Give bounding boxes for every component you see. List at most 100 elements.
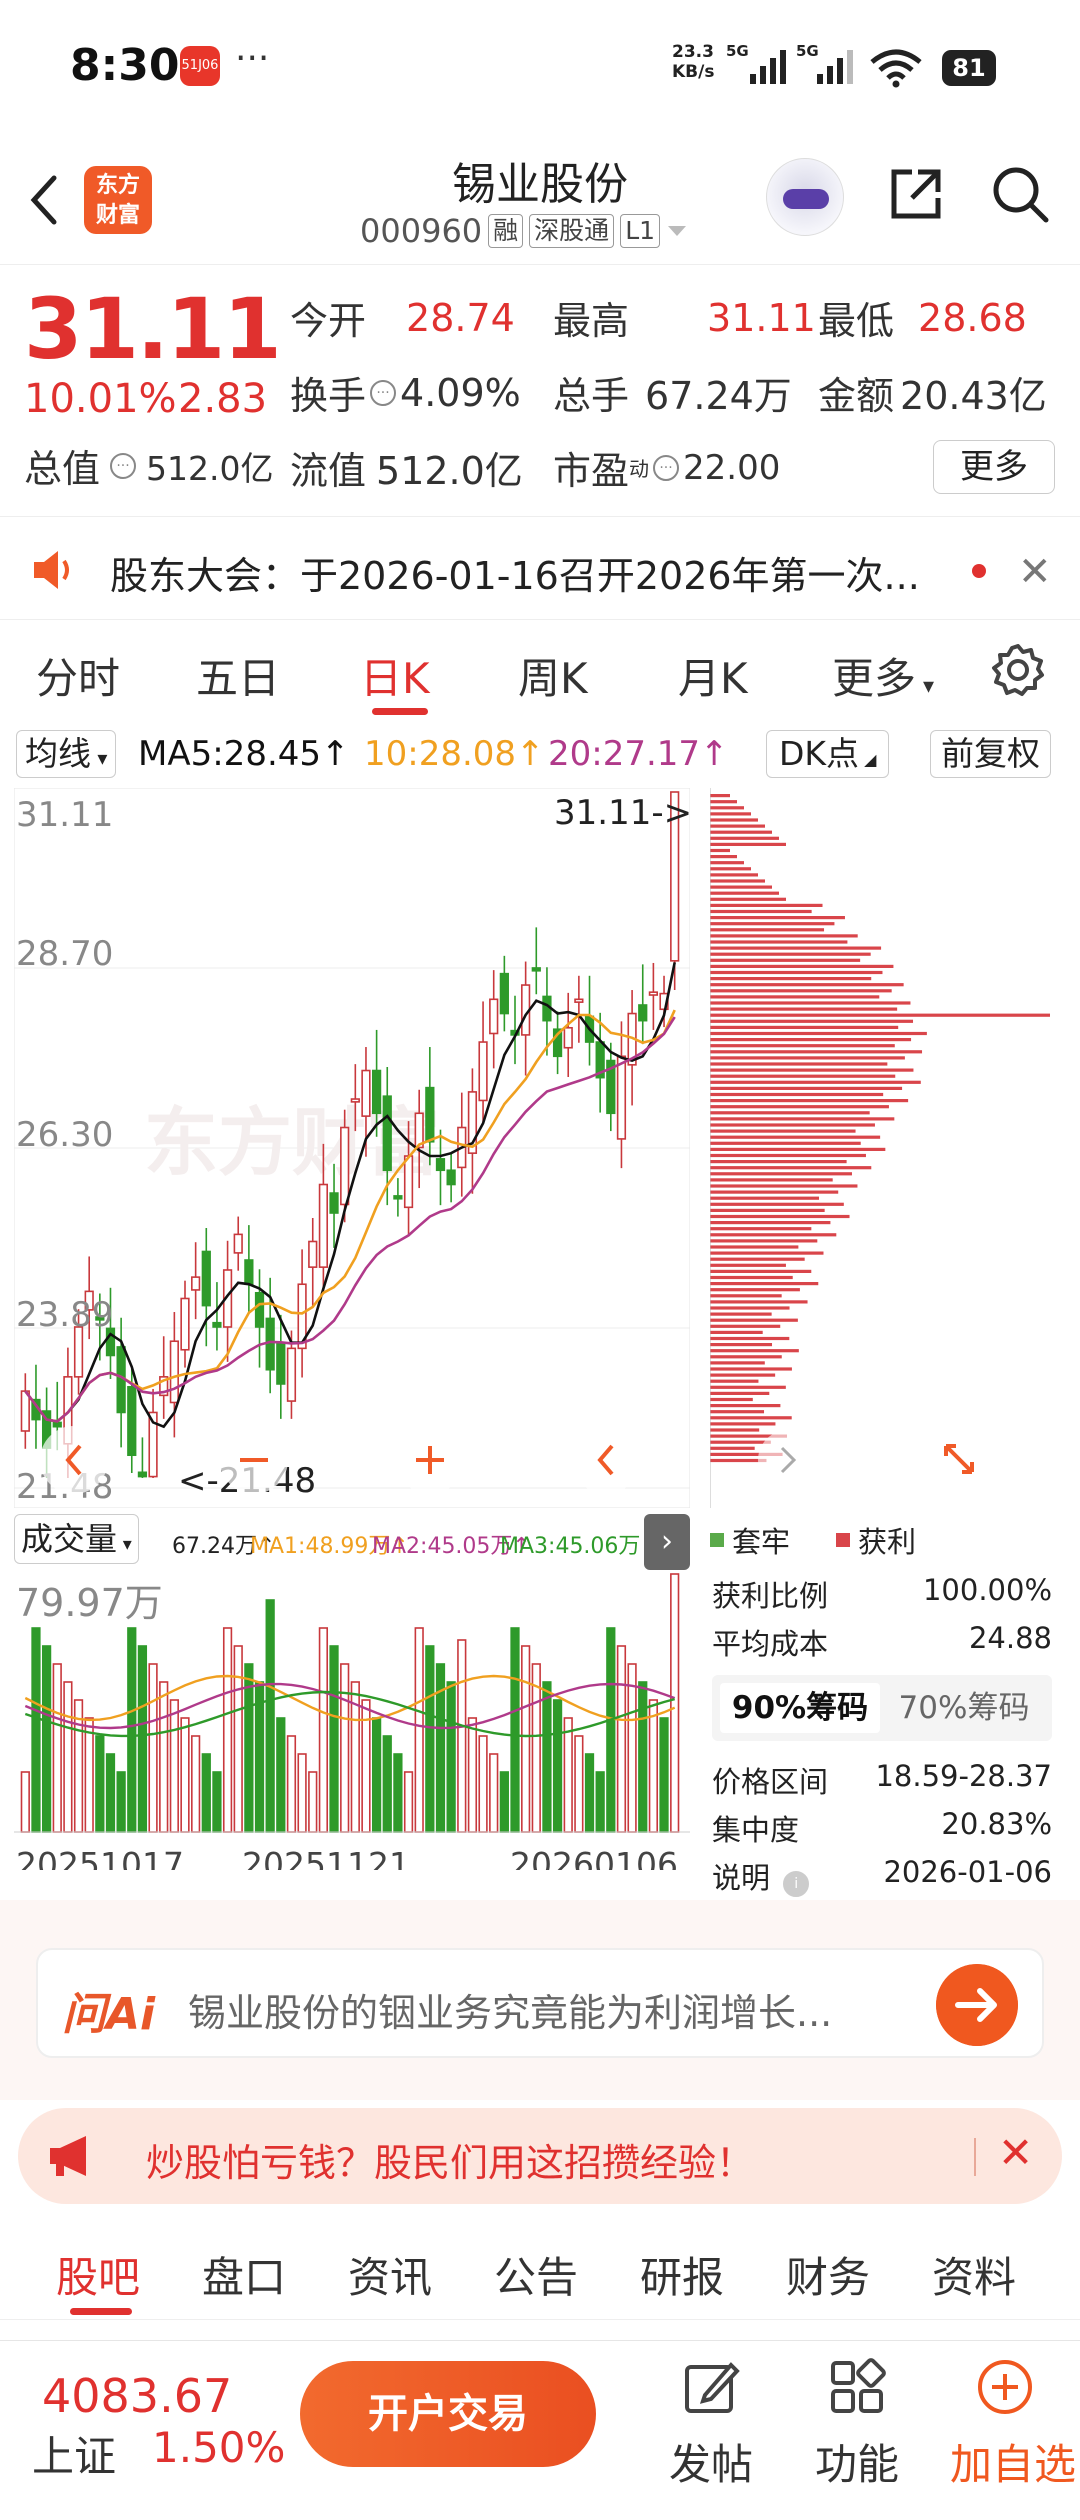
tab-five-day[interactable]: 五日 (196, 645, 280, 706)
prev-button[interactable] (572, 1426, 640, 1494)
signal-bars-icon-2 (817, 50, 853, 84)
active-tab-underline (372, 708, 428, 715)
tab-guba[interactable]: 股吧 (56, 2244, 140, 2305)
signal-5g-1: 5G (726, 42, 749, 60)
ma10-value: 10:28.08↑ (364, 734, 545, 774)
date-label-3: 20260106 (510, 1845, 678, 1870)
wifi-icon (870, 49, 922, 88)
pe-ratio: 市盈动 ··· 22.00 (553, 447, 781, 494)
dk-point-button[interactable]: DK点 ◢ (766, 730, 890, 778)
gear-icon[interactable] (990, 642, 1046, 698)
chip-svg (709, 788, 1050, 1508)
ma5-value: MA5:28.45↑ (138, 734, 350, 774)
app-notification-icon: 51J06 (180, 46, 220, 86)
ai-assistant-avatar[interactable] (766, 158, 844, 236)
change-percent: 10.01% (24, 376, 177, 422)
open-account-trade-button[interactable]: 开户交易 (300, 2361, 596, 2467)
ma-indicator-row: 均线 ▾ MA5:28.45↑ 10:28.08↑ 20:27.17↑ DK点 … (0, 726, 1080, 786)
float-value: 流值 512.0亿 (290, 449, 523, 493)
functions-button[interactable]: 功能 (802, 2357, 912, 2492)
close-icon[interactable]: ✕ (1018, 549, 1052, 595)
info-icon: ··· (653, 454, 680, 481)
chevron-down-icon (668, 226, 687, 236)
promo-banner[interactable]: 炒股怕亏钱？股民们用这招攒经验！ ✕ (18, 2108, 1062, 2204)
ai-input[interactable]: 问Ai 锡业股份的铟业务究竟能为利润增长... (36, 1948, 1044, 2058)
post-button[interactable]: 发帖 (656, 2357, 766, 2492)
tab-chip-90[interactable]: 90%筹码 (720, 1683, 880, 1733)
stock-code-row[interactable]: 000960 融 深股通 L1 (360, 212, 688, 250)
active-tab-underline (70, 2308, 132, 2315)
turnover-amount: 金额 20.43亿 (818, 374, 1047, 418)
ai-question-bar: 问Ai 锡业股份的铟业务究竟能为利润增长... (0, 1900, 1080, 2100)
volume-svg: 79.97万 20251017 20251121 20260106 (14, 1573, 690, 1884)
network-speed: 23.3 KB/s (672, 42, 715, 82)
pan-left-button[interactable] (40, 1426, 108, 1494)
status-bar: 8:30 51J06 ··· 23.3 KB/s 5G 5G 81 (0, 0, 1080, 130)
kline-chart[interactable]: 东方财富 31.11 28.70 26.30 23.89 21.48 31.11… (13, 787, 692, 1509)
tab-announcements[interactable]: 公告 (494, 2244, 578, 2305)
tab-weekly-k[interactable]: 周K (518, 645, 588, 706)
megaphone-icon (50, 2136, 86, 2176)
turnover-rate: 换手 ··· 4.09% (290, 370, 521, 419)
tab-more[interactable]: 更多 ▾ (832, 645, 934, 706)
open-price: 今开 28.74 (290, 295, 515, 344)
tab-intraday[interactable]: 分时 (36, 645, 120, 706)
tab-news[interactable]: 资讯 (348, 2244, 432, 2305)
tab-chip-70[interactable]: 70%筹码 (884, 1683, 1044, 1733)
tab-finance[interactable]: 财务 (786, 2244, 870, 2305)
volume-max-label: 79.97万 (16, 1581, 163, 1625)
y-label-2: 28.70 (16, 934, 113, 974)
unread-dot (972, 564, 986, 578)
vol-ma3: MA3:45.06万↑ (500, 1534, 659, 1559)
notice-bar[interactable]: 股东大会：于2026-01-16召开2026年第一次... ✕ (0, 516, 1080, 620)
zoom-in-button[interactable] (396, 1426, 464, 1494)
add-circle-icon (978, 2360, 1032, 2414)
tab-monthly-k[interactable]: 月K (678, 645, 748, 706)
ai-placeholder: 锡业股份的铟业务究竟能为利润增长... (188, 1991, 833, 2035)
expand-indicators-button[interactable]: › (644, 1514, 690, 1570)
signal-bars-icon (750, 50, 786, 84)
info-icon: ··· (370, 379, 397, 406)
high-price: 最高 31.11 (553, 295, 816, 344)
expand-icon[interactable] (926, 1426, 994, 1494)
level-tag: L1 (620, 214, 661, 248)
y-label-3: 26.30 (16, 1115, 113, 1155)
date-label-2: 20251121 (242, 1845, 410, 1870)
ma20-value: 20:27.17↑ (548, 734, 729, 774)
concentration-row: 集中度 20.83% (712, 1807, 1052, 1847)
price-range-row: 价格区间 18.59-28.37 (712, 1759, 1052, 1799)
stock-header: 东方 财富 锡业股份 000960 融 深股通 L1 (0, 140, 1080, 265)
battery-icon: 81 (942, 50, 996, 86)
ma-select[interactable]: 均线 ▾ (16, 730, 117, 778)
tab-research[interactable]: 研报 (640, 2244, 724, 2305)
kline-svg: 东方财富 31.11 28.70 26.30 23.89 21.48 31.11… (13, 787, 692, 1509)
edit-icon (685, 2362, 740, 2413)
chart-period-tabs: 分时 五日 日K 周K 月K 更多 ▾ (0, 625, 1080, 720)
zoom-out-button[interactable] (220, 1426, 288, 1494)
ai-logo: 问Ai (62, 1989, 156, 2040)
last-price: 31.11 (24, 280, 282, 378)
share-icon[interactable] (884, 162, 948, 226)
volume-indicator-select[interactable]: 成交量 ▾ (14, 1514, 139, 1564)
add-watchlist-button[interactable]: 加自选 (950, 2357, 1076, 2492)
tab-daily-k[interactable]: 日K (360, 645, 430, 706)
volume-header: 成交量 ▾ 67.24万↑ MA1:48.99万↑ MA2:45.05万↑ MA… (14, 1514, 690, 1570)
bottom-bar: 4083.67 上证 1.50% 开户交易 发帖 功能 加自选 (0, 2340, 1080, 2520)
chip-next-button[interactable] (758, 1430, 818, 1490)
tab-pankou[interactable]: 盘口 (202, 2244, 286, 2305)
info-icon[interactable]: i (783, 1871, 810, 1897)
date-label-1: 20251017 (16, 1845, 184, 1870)
close-icon[interactable]: ✕ (998, 2128, 1033, 2177)
adjust-mode-button[interactable]: 前复权 (930, 730, 1051, 778)
high-marker: 31.11-> (554, 793, 690, 833)
note-row: 说明 i 2026-01-06 (712, 1855, 1052, 1897)
volume-chart[interactable]: 79.97万 20251017 20251121 20260106 (14, 1570, 690, 1884)
tab-profile[interactable]: 资料 (932, 2244, 1016, 2305)
chip-distribution-chart[interactable] (709, 788, 1055, 1508)
search-icon[interactable] (988, 162, 1052, 226)
speaker-icon (34, 551, 69, 589)
index-change: 1.50% (152, 2423, 286, 2472)
arrow-right-icon[interactable] (936, 1964, 1018, 2046)
low-price: 最低 28.68 (818, 295, 1027, 344)
more-quote-button[interactable]: 更多 (933, 440, 1055, 494)
